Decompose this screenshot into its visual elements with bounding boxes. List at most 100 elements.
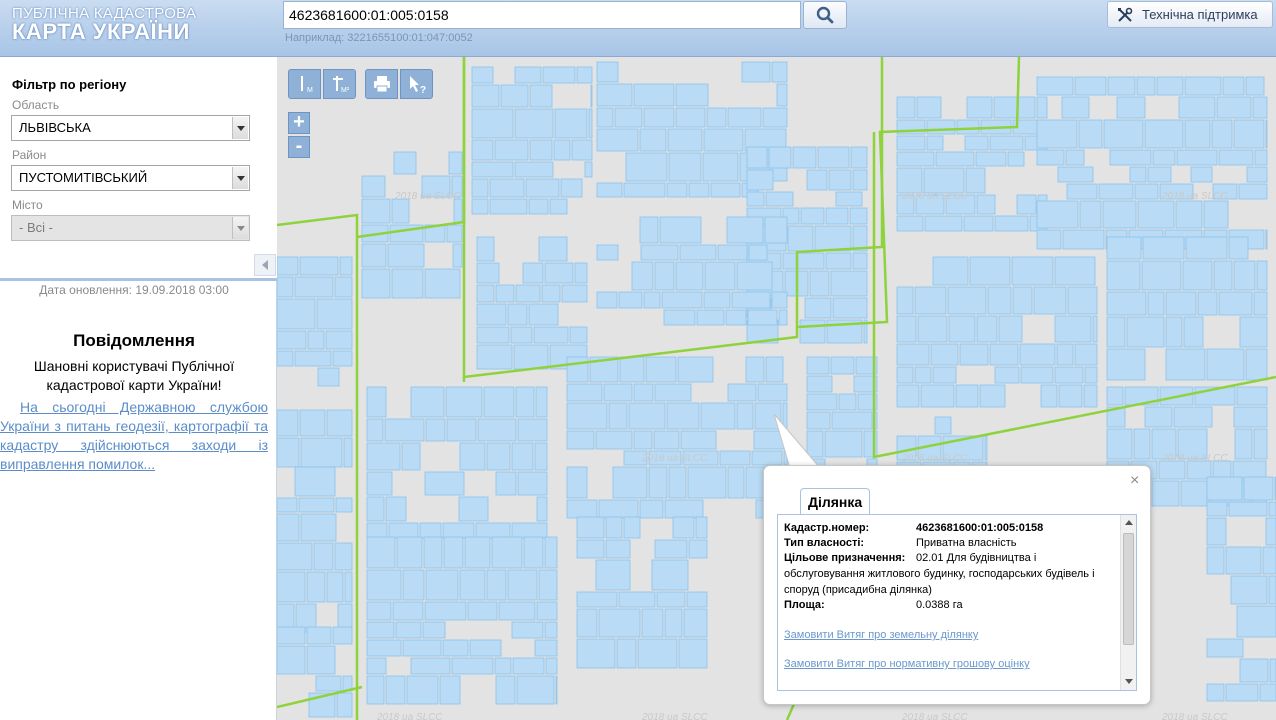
parcel[interactable] — [1238, 183, 1268, 200]
parcel[interactable] — [1256, 260, 1268, 291]
parcel[interactable] — [277, 256, 299, 276]
parcel[interactable] — [486, 442, 511, 471]
parcel[interactable] — [1184, 119, 1211, 149]
parcel[interactable] — [467, 601, 498, 621]
print-button[interactable] — [365, 69, 398, 99]
chevron-down-icon[interactable] — [232, 217, 248, 239]
parcel[interactable] — [1265, 229, 1268, 250]
parcel[interactable] — [298, 497, 335, 513]
parcel[interactable] — [514, 66, 542, 84]
parcel[interactable] — [343, 437, 353, 468]
parcel[interactable] — [395, 621, 422, 639]
parcel[interactable] — [926, 119, 956, 135]
parcel[interactable] — [612, 466, 648, 499]
parcel[interactable] — [1057, 166, 1094, 183]
parcel[interactable] — [277, 276, 294, 298]
parcel[interactable] — [1245, 76, 1265, 96]
parcel[interactable] — [486, 569, 507, 601]
parcel[interactable] — [1225, 546, 1262, 575]
parcel[interactable] — [687, 466, 727, 499]
parcel[interactable] — [401, 442, 421, 471]
parcel[interactable] — [835, 191, 863, 207]
parcel[interactable] — [1184, 76, 1222, 96]
parcel[interactable] — [917, 315, 948, 343]
parcel[interactable] — [596, 61, 619, 83]
parcel[interactable] — [920, 384, 955, 408]
parcel[interactable] — [934, 416, 952, 435]
parcel[interactable] — [706, 107, 727, 128]
parcel[interactable] — [402, 569, 425, 601]
parcel[interactable] — [1182, 260, 1213, 291]
parcel[interactable] — [935, 151, 975, 167]
parcel[interactable] — [852, 169, 868, 191]
parcel[interactable] — [507, 303, 528, 326]
parcel[interactable] — [544, 621, 558, 639]
parcel[interactable] — [725, 309, 747, 326]
parcel[interactable] — [299, 256, 339, 276]
parcel[interactable] — [361, 268, 391, 299]
parcel[interactable] — [994, 366, 1020, 384]
collapse-sidebar-button[interactable] — [254, 254, 276, 276]
parcel[interactable] — [1126, 316, 1165, 348]
parcel[interactable] — [969, 256, 1011, 286]
parcel[interactable] — [993, 96, 1036, 119]
parcel[interactable] — [696, 309, 725, 326]
scrollbar-thumb[interactable] — [1123, 533, 1134, 645]
parcel[interactable] — [294, 466, 336, 497]
parcel[interactable] — [1254, 149, 1268, 166]
parcel[interactable] — [513, 344, 549, 370]
parcel[interactable] — [668, 152, 702, 182]
parcel[interactable] — [476, 303, 507, 326]
parcel[interactable] — [806, 393, 838, 411]
parcel[interactable] — [538, 236, 568, 262]
parcel[interactable] — [471, 198, 489, 215]
parcel[interactable] — [623, 516, 641, 539]
parcel[interactable] — [932, 366, 957, 384]
parcel[interactable] — [1233, 406, 1268, 428]
parcel[interactable] — [277, 513, 300, 542]
parcel[interactable] — [1109, 149, 1152, 166]
parcel[interactable] — [896, 343, 930, 366]
parcel[interactable] — [776, 83, 788, 107]
parcel[interactable] — [666, 402, 700, 430]
parcel[interactable] — [576, 608, 598, 638]
parcel[interactable] — [1103, 119, 1144, 149]
parcel[interactable] — [731, 291, 771, 309]
parcel[interactable] — [1234, 428, 1253, 460]
parcel[interactable] — [618, 591, 656, 608]
parcel[interactable] — [388, 522, 419, 539]
parcel[interactable] — [1147, 291, 1165, 316]
parcel[interactable] — [832, 297, 868, 319]
parcel[interactable] — [595, 430, 633, 450]
parcel[interactable] — [307, 330, 325, 350]
parcel[interactable] — [654, 261, 675, 291]
parcel[interactable] — [425, 569, 459, 601]
parcel[interactable] — [445, 386, 483, 418]
parcel[interactable] — [1253, 428, 1268, 460]
parcel[interactable] — [1218, 149, 1254, 166]
parcel[interactable] — [1054, 315, 1092, 343]
parcel[interactable] — [277, 626, 306, 645]
parcel[interactable] — [1036, 200, 1079, 229]
parcel[interactable] — [517, 471, 548, 496]
parcel[interactable] — [598, 608, 641, 638]
parcel[interactable] — [569, 326, 588, 344]
parcel[interactable] — [533, 326, 569, 344]
parcel[interactable] — [1116, 96, 1146, 119]
parcel[interactable] — [643, 291, 661, 309]
parcel[interactable] — [948, 315, 976, 343]
parcel[interactable] — [1061, 96, 1090, 119]
parcel[interactable] — [1213, 260, 1233, 291]
parcel[interactable] — [762, 107, 788, 128]
parcel[interactable] — [452, 243, 463, 268]
parcel[interactable] — [491, 536, 523, 569]
parcel[interactable] — [719, 450, 751, 466]
parcel[interactable] — [1218, 291, 1253, 316]
parcel[interactable] — [1012, 286, 1033, 315]
parcel[interactable] — [511, 621, 544, 639]
parcel[interactable] — [495, 471, 517, 496]
parcel[interactable] — [332, 350, 353, 367]
parcel[interactable] — [406, 675, 439, 705]
identify-button[interactable]: ? — [400, 69, 433, 99]
parcel[interactable] — [334, 276, 353, 298]
